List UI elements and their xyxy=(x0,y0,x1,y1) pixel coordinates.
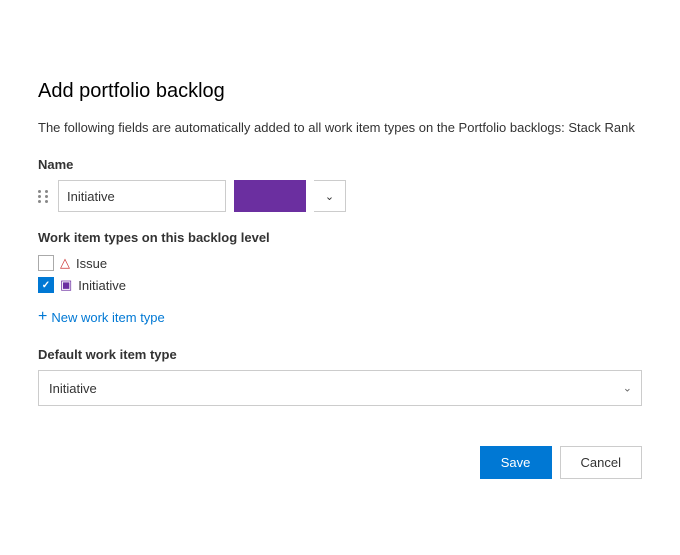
info-text: The following fields are automatically a… xyxy=(38,119,642,137)
work-item-row: ▣ Initiative xyxy=(38,277,642,293)
add-work-item-type-button[interactable]: + New work item type xyxy=(38,307,165,327)
default-type-section: Default work item type Initiative Issue … xyxy=(38,347,642,406)
plus-icon: + xyxy=(38,309,47,325)
chevron-down-icon: ⌄ xyxy=(325,190,334,203)
add-portfolio-backlog-dialog: Add portfolio backlog The following fiel… xyxy=(10,52,670,503)
issue-label: Issue xyxy=(76,256,107,271)
work-item-list: △ Issue ▣ Initiative xyxy=(38,255,642,293)
default-type-wrapper: Initiative Issue ⌄ xyxy=(38,370,642,406)
work-item-row: △ Issue xyxy=(38,255,642,271)
work-items-label: Work item types on this backlog level xyxy=(38,230,642,245)
add-type-label: New work item type xyxy=(51,310,164,325)
name-input[interactable] xyxy=(58,180,226,212)
default-type-select[interactable]: Initiative Issue xyxy=(38,370,642,406)
cancel-button[interactable]: Cancel xyxy=(560,446,642,479)
name-label: Name xyxy=(38,157,642,172)
dialog-footer: Save Cancel xyxy=(38,446,642,479)
default-type-label: Default work item type xyxy=(38,347,642,362)
color-dropdown-button[interactable]: ⌄ xyxy=(314,180,346,212)
dialog-title: Add portfolio backlog xyxy=(38,80,642,103)
name-row: ⌄ xyxy=(38,180,642,212)
drag-handle-icon xyxy=(38,190,50,203)
color-picker-button[interactable] xyxy=(234,180,306,212)
save-button[interactable]: Save xyxy=(480,446,552,479)
initiative-checkbox[interactable] xyxy=(38,277,54,293)
initiative-icon: ▣ xyxy=(60,277,72,293)
initiative-label: Initiative xyxy=(78,278,126,293)
issue-icon: △ xyxy=(60,255,70,271)
issue-checkbox[interactable] xyxy=(38,255,54,271)
